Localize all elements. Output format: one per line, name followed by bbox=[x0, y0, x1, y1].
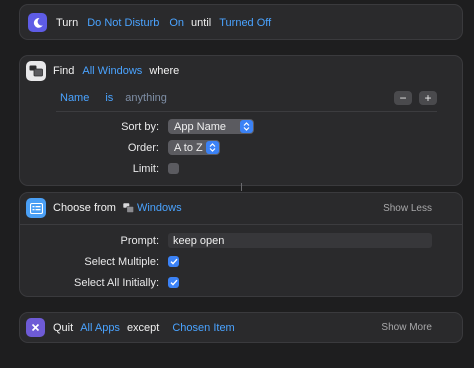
filter-operator[interactable]: is bbox=[105, 92, 113, 104]
select-multiple-checkbox[interactable] bbox=[168, 256, 179, 267]
filter-value[interactable]: anything bbox=[125, 92, 167, 104]
order-value: A to Z bbox=[174, 141, 203, 154]
quit-apps-action: Quit All Apps except Chosen Item Show Mo… bbox=[19, 312, 463, 343]
select-multiple-label: Select Multiple: bbox=[84, 256, 159, 268]
prompt-field[interactable]: keep open bbox=[168, 233, 432, 248]
except-keyword: except bbox=[126, 321, 160, 334]
moon-icon bbox=[28, 13, 47, 32]
windows-variable-icon bbox=[123, 203, 134, 213]
close-icon bbox=[26, 318, 45, 337]
filter-field[interactable]: Name bbox=[60, 92, 89, 104]
filter-row: Name is anything − + bbox=[56, 89, 437, 106]
find-scope-token[interactable]: All Windows bbox=[82, 65, 142, 77]
sort-label: Sort by: bbox=[121, 121, 159, 133]
windows-icon bbox=[26, 61, 46, 81]
sort-select[interactable]: App Name bbox=[168, 119, 254, 134]
checkmark-icon bbox=[170, 258, 178, 265]
show-more-button[interactable]: Show More bbox=[381, 322, 432, 333]
choose-from-list-action: Choose from Windows Show Less Prompt: ke… bbox=[19, 192, 463, 297]
connector-line bbox=[241, 183, 242, 191]
until-keyword: until bbox=[191, 16, 212, 29]
where-keyword: where bbox=[149, 65, 180, 77]
sort-value: App Name bbox=[174, 120, 226, 133]
choose-source-token[interactable]: Windows bbox=[137, 202, 182, 214]
turn-keyword: Turn bbox=[56, 16, 79, 29]
prompt-value: keep open bbox=[173, 234, 225, 247]
checkmark-icon bbox=[170, 279, 178, 286]
select-all-checkbox[interactable] bbox=[168, 277, 179, 288]
order-select[interactable]: A to Z bbox=[168, 140, 220, 155]
remove-filter-button[interactable]: − bbox=[394, 90, 412, 105]
quit-keyword: Quit bbox=[53, 321, 74, 334]
add-filter-button[interactable]: + bbox=[419, 90, 437, 105]
choose-keyword: Choose from bbox=[53, 202, 116, 214]
show-less-button[interactable]: Show Less bbox=[383, 203, 432, 214]
limit-checkbox[interactable] bbox=[168, 163, 179, 174]
chevron-updown-icon bbox=[206, 141, 219, 154]
list-icon bbox=[26, 198, 46, 218]
until-token[interactable]: Turned Off bbox=[219, 17, 271, 29]
find-windows-action: Find All Windows where Name is anything … bbox=[19, 55, 463, 186]
select-all-label: Select All Initially: bbox=[74, 277, 159, 289]
focus-state-token[interactable]: On bbox=[169, 17, 184, 29]
except-token[interactable]: Chosen Item bbox=[172, 322, 234, 334]
chevron-updown-icon bbox=[240, 120, 253, 133]
filter-divider bbox=[56, 111, 437, 112]
focus-mode-token[interactable]: Do Not Disturb bbox=[87, 17, 159, 29]
find-keyword: Find bbox=[53, 65, 75, 77]
choose-divider bbox=[20, 224, 462, 225]
limit-label: Limit: bbox=[132, 163, 159, 175]
quit-target-token[interactable]: All Apps bbox=[80, 322, 120, 334]
turn-focus-action: Turn Do Not Disturb On until Turned Off bbox=[19, 4, 463, 40]
order-label: Order: bbox=[127, 142, 159, 154]
prompt-label: Prompt: bbox=[120, 235, 159, 247]
